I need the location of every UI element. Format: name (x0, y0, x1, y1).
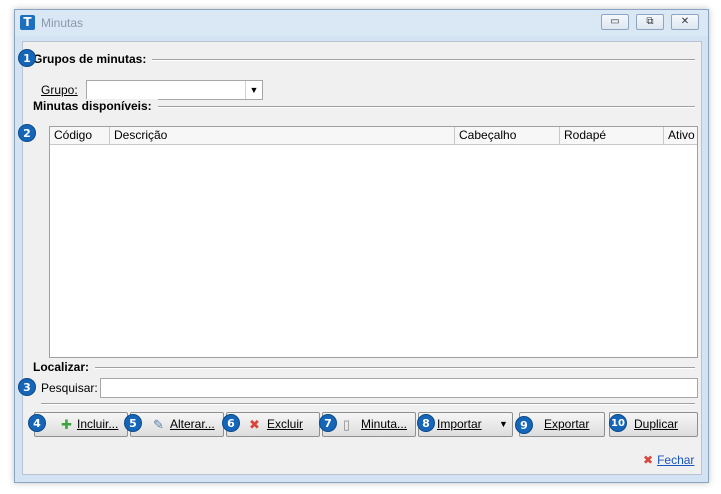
close-window-button[interactable]: ✕ (671, 14, 699, 30)
document-icon: ▯ (343, 417, 351, 432)
pencil-icon: ✎ (153, 417, 164, 432)
alterar-button[interactable]: ✎ Alterar... (130, 412, 224, 437)
callout-badge-8: 8 (417, 414, 435, 432)
callout-badge-1: 1 (18, 49, 36, 67)
search-section-title: Localizar: (33, 360, 96, 374)
available-section-title: Minutas disponíveis: (33, 99, 158, 113)
pesquisar-label: Pesquisar: (41, 381, 98, 395)
search-input[interactable] (100, 378, 698, 398)
title-bar[interactable]: T Minutas ▭ ⧉ ✕ (15, 10, 708, 36)
plus-icon: ✚ (61, 417, 72, 432)
fechar-button[interactable]: ✖ Fechar (643, 453, 694, 467)
column-header-ativo[interactable]: Ativo (664, 127, 697, 145)
importar-label: Importar (437, 417, 482, 431)
section-divider (41, 403, 695, 405)
client-area: 1 Grupos de minutas: Grupo: ▼ Minutas di… (18, 41, 702, 475)
minutas-table[interactable]: Código Descrição Cabeçalho Rodapé Ativo (49, 126, 698, 358)
callout-badge-7: 7 (319, 414, 337, 432)
duplicar-label: Duplicar (634, 417, 679, 431)
callout-badge-9: 9 (515, 416, 533, 434)
incluir-label: Incluir... (77, 417, 119, 431)
minimize-button[interactable]: ▭ (601, 14, 629, 30)
callout-badge-6: 6 (222, 414, 240, 432)
minuta-label: Minuta... (361, 417, 408, 431)
restore-button[interactable]: ⧉ (636, 14, 664, 30)
exportar-label: Exportar (544, 417, 590, 431)
grupo-select[interactable]: ▼ (86, 80, 263, 100)
callout-badge-2: 2 (18, 124, 36, 142)
close-icon: ✖ (643, 453, 654, 467)
incluir-button[interactable]: ✚ Incluir... (34, 412, 128, 437)
excluir-button[interactable]: ✖ Excluir (226, 412, 320, 437)
column-header-cabecalho[interactable]: Cabeçalho (455, 127, 560, 145)
section-divider (41, 367, 695, 369)
window-title: Minutas (41, 16, 84, 30)
excluir-label: Excluir (267, 417, 304, 431)
grupo-label: Grupo: (41, 83, 78, 97)
minutas-window: T Minutas ▭ ⧉ ✕ 1 Grupos de minutas: Gru… (14, 9, 709, 483)
groups-section-title: Grupos de minutas: (33, 52, 153, 66)
callout-badge-10: 10 (609, 414, 627, 432)
callout-badge-5: 5 (124, 414, 142, 432)
alterar-label: Alterar... (170, 417, 215, 431)
table-header: Código Descrição Cabeçalho Rodapé Ativo (50, 127, 697, 145)
dropdown-arrow-icon[interactable]: ▼ (499, 413, 508, 436)
column-header-descricao[interactable]: Descrição (110, 127, 455, 145)
callout-badge-3: 3 (18, 378, 36, 396)
column-header-codigo[interactable]: Código (50, 127, 110, 145)
app-logo-icon: T (20, 15, 35, 30)
column-header-rodape[interactable]: Rodapé (560, 127, 664, 145)
callout-badge-4: 4 (28, 414, 46, 432)
chevron-down-icon[interactable]: ▼ (245, 81, 262, 99)
delete-icon: ✖ (249, 417, 260, 432)
fechar-label: Fechar (657, 453, 695, 467)
